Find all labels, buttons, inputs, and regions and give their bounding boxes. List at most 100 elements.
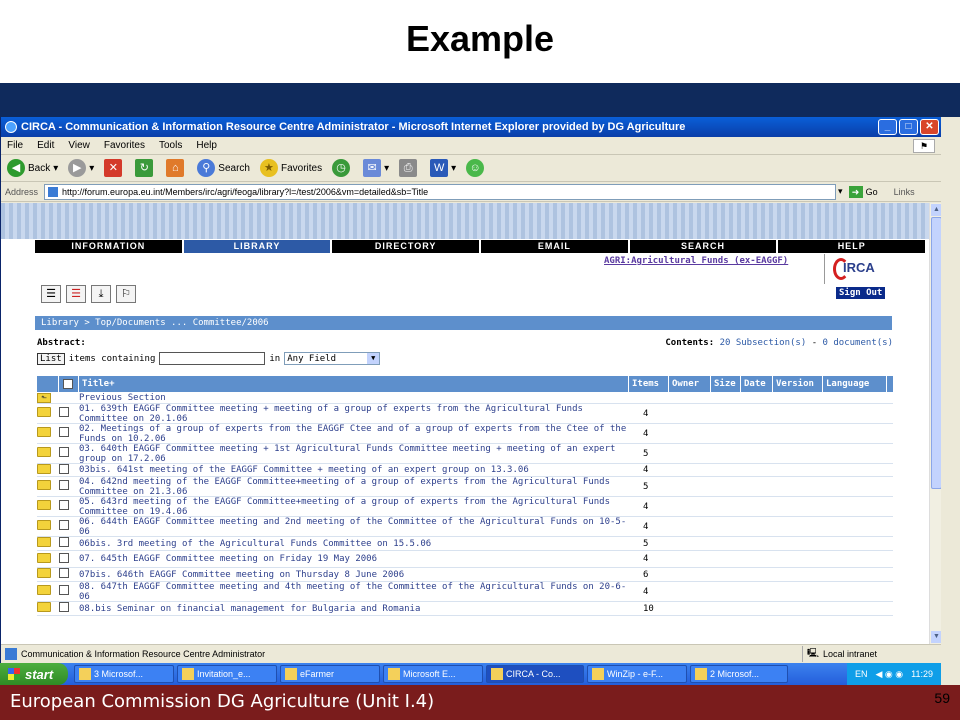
home-button[interactable]: ⌂ — [166, 159, 187, 177]
nav-library[interactable]: LIBRARY — [183, 240, 333, 253]
edit-dropdown-icon[interactable]: ▾ — [451, 163, 456, 174]
taskbar-button[interactable]: Microsoft E... — [383, 665, 483, 683]
interest-group-link[interactable]: AGRI:Agricultural Funds (ex-EAGGF) — [604, 256, 788, 266]
col-items[interactable]: Items — [629, 376, 669, 392]
folder-icon[interactable] — [37, 480, 51, 490]
row-checkbox[interactable] — [59, 407, 69, 417]
minimize-button[interactable]: _ — [878, 119, 897, 135]
nav-directory[interactable]: DIRECTORY — [332, 240, 482, 253]
col-title[interactable]: Title+ — [79, 376, 629, 392]
folder-icon[interactable] — [37, 537, 51, 547]
refresh-button[interactable]: ↻ — [135, 159, 156, 177]
row-title-link[interactable]: 08. 647th EAGGF Committee meeting and 4t… — [79, 582, 629, 602]
links-button[interactable]: Links — [894, 187, 915, 197]
folder-icon[interactable] — [37, 520, 51, 530]
notify-icon[interactable]: ⚐ — [116, 285, 136, 303]
subsections-link[interactable]: 20 Subsection(s) — [720, 338, 807, 348]
col-size[interactable]: Size — [711, 376, 741, 392]
nav-help[interactable]: HELP — [778, 240, 925, 253]
nav-email[interactable]: EMAIL — [481, 240, 630, 253]
row-title-link[interactable]: 08.bis Seminar on financial management f… — [79, 604, 629, 614]
row-title-link[interactable]: 03. 640th EAGGF Committee meeting + 1st … — [79, 444, 629, 464]
row-checkbox[interactable] — [59, 552, 69, 563]
mail-button[interactable]: ✉ ▾ — [363, 159, 389, 177]
row-checkbox[interactable] — [59, 447, 69, 457]
row-title-link[interactable]: 03bis. 641st meeting of the EAGGF Commit… — [79, 465, 629, 475]
select-all-checkbox-cell[interactable] — [59, 376, 79, 392]
field-select[interactable]: Any Field ▼ — [284, 352, 381, 365]
go-button[interactable]: ➜ Go — [848, 185, 878, 198]
forward-button[interactable]: ▶ ▾ — [68, 159, 94, 177]
taskbar-button[interactable]: eFarmer — [280, 665, 380, 683]
row-checkbox[interactable] — [59, 463, 69, 474]
stop-button[interactable]: ✕ — [104, 159, 125, 177]
select-all-checkbox[interactable] — [63, 378, 73, 389]
col-version[interactable]: Version — [773, 376, 823, 392]
mail-dropdown-icon[interactable]: ▾ — [384, 163, 389, 174]
upload-icon[interactable]: ⤓ — [91, 285, 111, 303]
row-checkbox[interactable] — [59, 585, 69, 595]
menu-favorites[interactable]: Favorites — [104, 140, 145, 151]
col-owner[interactable]: Owner — [669, 376, 711, 392]
taskbar-button[interactable]: 2 Microsof... — [690, 665, 788, 683]
row-title-link[interactable]: 01. 639th EAGGF Committee meeting + meet… — [79, 404, 629, 424]
col-date[interactable]: Date — [741, 376, 773, 392]
row-checkbox[interactable] — [59, 520, 69, 530]
detail-view-icon[interactable]: ☰ — [66, 285, 86, 303]
folder-icon[interactable] — [37, 500, 51, 510]
row-title-link[interactable]: 07bis. 646th EAGGF Committee meeting on … — [79, 570, 629, 580]
folder-icon[interactable] — [37, 585, 51, 595]
folder-icon[interactable] — [37, 568, 51, 578]
menu-view[interactable]: View — [68, 140, 90, 151]
window-titlebar[interactable]: CIRCA - Communication & Information Reso… — [1, 117, 941, 137]
edit-button[interactable]: W ▾ — [430, 159, 456, 177]
row-title-link[interactable]: 02. Meetings of a group of experts from … — [79, 424, 629, 444]
back-button[interactable]: ◀ Back ▾ — [7, 159, 58, 177]
maximize-button[interactable]: □ — [899, 119, 918, 135]
items-containing-input[interactable] — [159, 352, 266, 365]
folder-icon[interactable] — [37, 463, 51, 474]
forward-dropdown-icon[interactable]: ▾ — [89, 163, 94, 174]
row-checkbox[interactable] — [59, 537, 69, 547]
nav-search[interactable]: SEARCH — [630, 240, 779, 253]
row-title-link[interactable]: 07. 645th EAGGF Committee meeting on Fri… — [79, 554, 629, 564]
vertical-scrollbar[interactable]: ▲ ▼ — [929, 203, 941, 644]
row-title-link[interactable]: 06bis. 3rd meeting of the Agricultural F… — [79, 539, 629, 549]
address-dropdown-icon[interactable]: ▾ — [838, 186, 843, 197]
row-checkbox[interactable] — [59, 602, 69, 612]
folder-icon[interactable] — [37, 407, 51, 417]
print-button[interactable]: ⎙ — [399, 159, 420, 177]
previous-section-link[interactable]: Previous Section — [79, 393, 629, 403]
list-button[interactable]: List — [37, 352, 65, 365]
menu-edit[interactable]: Edit — [37, 140, 54, 151]
row-checkbox[interactable] — [59, 500, 69, 510]
col-language[interactable]: Language — [823, 376, 887, 392]
nav-information[interactable]: INFORMATION — [35, 240, 184, 253]
menu-help[interactable]: Help — [196, 140, 217, 151]
menu-file[interactable]: File — [7, 140, 23, 151]
folder-icon[interactable] — [37, 552, 51, 563]
row-title-link[interactable]: 06. 644th EAGGF Committee meeting and 2n… — [79, 517, 629, 537]
taskbar-button[interactable]: WinZip - e-F... — [587, 665, 687, 683]
documents-link[interactable]: 0 document(s) — [823, 338, 893, 348]
scroll-thumb[interactable] — [931, 217, 941, 489]
messenger-button[interactable]: ☺ — [466, 159, 487, 177]
row-title-link[interactable]: 05. 643rd meeting of the EAGGF Committee… — [79, 497, 629, 517]
taskbar-button[interactable]: CIRCA - Co... — [486, 665, 584, 683]
row-title-link[interactable]: 04. 642nd meeting of the EAGGF Committee… — [79, 477, 629, 497]
list-view-icon[interactable]: ☰ — [41, 285, 61, 303]
history-button[interactable]: ◷ — [332, 159, 353, 177]
breadcrumb[interactable]: Library > Top/Documents ... Committee/20… — [35, 316, 892, 330]
taskbar-button[interactable]: Invitation_e... — [177, 665, 277, 683]
row-checkbox[interactable] — [59, 480, 69, 490]
language-indicator[interactable]: EN — [855, 669, 868, 679]
menu-tools[interactable]: Tools — [159, 140, 182, 151]
sign-out-button[interactable]: Sign Out — [836, 287, 886, 299]
search-button[interactable]: ⚲ Search — [197, 159, 250, 177]
address-input[interactable]: http://forum.europa.eu.int/Members/irc/a… — [44, 183, 837, 200]
folder-icon[interactable] — [37, 427, 51, 437]
taskbar-button[interactable]: 3 Microsof... — [74, 665, 174, 683]
folder-icon[interactable] — [37, 602, 51, 612]
row-checkbox[interactable] — [59, 568, 69, 578]
back-dropdown-icon[interactable]: ▾ — [53, 163, 58, 174]
